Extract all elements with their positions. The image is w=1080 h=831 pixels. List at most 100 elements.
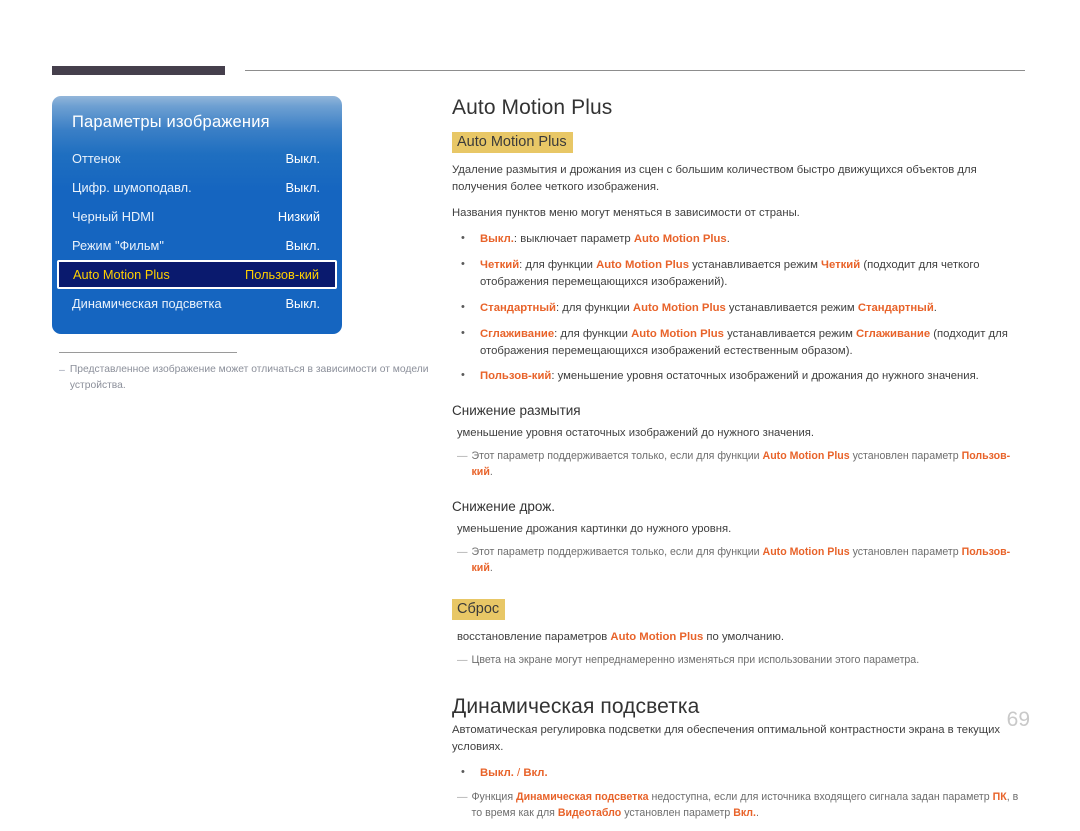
osd-row-digital-noise-filter[interactable]: Цифр. шумоподавл. Выкл. <box>52 173 342 202</box>
left-column: Параметры изображения Оттенок Выкл. Цифр… <box>52 96 432 394</box>
option-tail: . <box>933 301 937 314</box>
note-part-c: . <box>489 561 493 574</box>
option-tail: . <box>726 232 730 245</box>
note-emphasis: Auto Motion Plus <box>762 546 850 559</box>
header-rule-thick <box>52 66 225 75</box>
list-item: Стандартный: для функции Auto Motion Plu… <box>452 299 1027 317</box>
note-part-d: установлен параметр <box>621 807 734 820</box>
option-term: Стандартный <box>480 301 556 314</box>
section-heading-judder-reduction: Снижение дрож. <box>452 499 556 515</box>
option-emphasis-2: Стандартный <box>857 301 934 314</box>
section-body-judder-reduction: уменьшение дрожания картинки до нужного … <box>457 523 732 536</box>
osd-row-film-mode[interactable]: Режим "Фильм" Выкл. <box>52 231 342 260</box>
option-term: Выкл. <box>480 232 514 245</box>
option-text: : для функции <box>519 258 597 271</box>
section-body-blur-reduction: уменьшение уровня остаточных изображений… <box>457 427 815 440</box>
note-part-b: установлен параметр <box>849 546 962 559</box>
option-mid: устанавливается режим <box>723 327 856 340</box>
note-emphasis-3: Видеотабло <box>557 807 622 820</box>
header-rule-thin <box>245 70 1025 71</box>
note-blur-reduction: — Этот параметр поддерживается только, е… <box>452 449 1027 481</box>
option-term-2: Вкл. <box>523 766 548 779</box>
option-term: Четкий <box>480 258 520 271</box>
note-emphasis-4: Вкл. <box>733 807 756 820</box>
osd-row-value: Выкл. <box>285 151 321 166</box>
option-text: : выключает параметр <box>513 232 634 245</box>
osd-row-label: Цифр. шумоподавл. <box>72 180 192 195</box>
note-dash-marker: — <box>457 546 468 559</box>
osd-row-tint[interactable]: Оттенок Выкл. <box>52 144 342 173</box>
osd-row-label: Динамическая подсветка <box>72 296 222 311</box>
option-text: : для функции <box>555 301 633 314</box>
osd-row-label: Черный HDMI <box>72 209 155 224</box>
note-part-a: Этот параметр поддерживается только, есл… <box>471 546 763 559</box>
note-part-a: Функция <box>471 791 517 804</box>
osd-row-dynamic-backlight[interactable]: Динамическая подсветка Выкл. <box>52 289 342 318</box>
page-title: Auto Motion Plus <box>452 96 613 119</box>
section-heading-blur-reduction: Снижение размытия <box>452 403 581 419</box>
osd-row-value: Пользов-кий <box>245 267 319 282</box>
option-text: : для функции <box>554 327 632 340</box>
highlighted-subheading-auto-motion-plus: Auto Motion Plus <box>452 132 573 153</box>
note-emphasis: Auto Motion Plus <box>762 450 850 463</box>
option-emphasis: Auto Motion Plus <box>631 327 724 340</box>
osd-row-label: Auto Motion Plus <box>73 267 170 282</box>
reset-part-b: по умолчанию. <box>703 630 784 643</box>
osd-row-value: Выкл. <box>285 180 321 195</box>
option-text: : уменьшение уровня остаточных изображен… <box>551 370 979 383</box>
footnote-text: Представленное изображение может отличат… <box>69 364 429 391</box>
note-emphasis-1: Динамическая подсветка <box>516 791 649 804</box>
list-item: Выкл.: выключает параметр Auto Motion Pl… <box>452 230 1027 248</box>
dynamic-backlight-options-list: Выкл. / Вкл. <box>452 764 1027 782</box>
note-part-b: установлен параметр <box>849 450 962 463</box>
option-emphasis-2: Сглаживание <box>856 327 931 340</box>
option-separator: / <box>513 766 524 779</box>
note-reset: — Цвета на экране могут непреднамеренно … <box>452 653 1027 669</box>
section-body-reset: восстановление параметров Auto Motion Pl… <box>452 629 1027 646</box>
list-item: Сглаживание: для функции Auto Motion Plu… <box>452 325 1027 360</box>
option-term: Пользов-кий <box>480 370 552 383</box>
option-emphasis: Auto Motion Plus <box>633 232 727 245</box>
option-emphasis: Auto Motion Plus <box>632 301 726 314</box>
option-term: Сглаживание <box>480 327 555 340</box>
option-emphasis: Auto Motion Plus <box>596 258 689 271</box>
osd-panel-title: Параметры изображения <box>72 113 270 131</box>
note-dash-marker: — <box>457 653 468 666</box>
page-number: 69 <box>1006 708 1030 731</box>
note-part-e: . <box>755 807 759 820</box>
note-text: Этот параметр поддерживается только, есл… <box>472 545 1028 577</box>
note-text: Этот параметр поддерживается только, есл… <box>472 449 1028 481</box>
note-judder-reduction: — Этот параметр поддерживается только, е… <box>452 545 1027 577</box>
intro-paragraph-1: Удаление размытия и дрожания из сцен с б… <box>452 164 977 193</box>
osd-row-value: Выкл. <box>285 296 321 311</box>
footnote-divider <box>59 352 237 353</box>
osd-panel-picture-options: Параметры изображения Оттенок Выкл. Цифр… <box>52 96 342 334</box>
note-part-b: недоступна, если для источника входящего… <box>648 791 993 804</box>
footnote-dash-marker: – <box>59 364 65 376</box>
note-dash-marker: — <box>457 450 468 463</box>
osd-row-hdmi-black-level[interactable]: Черный HDMI Низкий <box>52 202 342 231</box>
list-item: Пользов-кий: уменьшение уровня остаточны… <box>452 367 1027 385</box>
osd-row-value: Низкий <box>277 209 320 224</box>
note-dash-marker: — <box>457 791 468 804</box>
note-text: Цвета на экране могут непреднамеренно из… <box>471 653 920 666</box>
osd-row-auto-motion-plus[interactable]: Auto Motion Plus Пользов-кий <box>57 260 337 289</box>
note-dynamic-backlight: — Функция Динамическая подсветка недосту… <box>452 790 1027 822</box>
note-part-a: Этот параметр поддерживается только, есл… <box>471 450 763 463</box>
note-emphasis-2: ПК <box>992 791 1007 804</box>
osd-row-label: Оттенок <box>72 151 121 166</box>
osd-footnote: – Представленное изображение может отлич… <box>59 362 431 394</box>
option-mid: устанавливается режим <box>688 258 822 271</box>
reset-part-a: восстановление параметров <box>457 630 611 643</box>
list-item: Четкий: для функции Auto Motion Plus уст… <box>452 256 1027 291</box>
highlighted-subheading-reset: Сброс <box>452 598 506 620</box>
osd-row-value: Выкл. <box>285 238 321 253</box>
note-text: Функция Динамическая подсветка недоступн… <box>472 790 1028 822</box>
mode-options-list: Выкл.: выключает параметр Auto Motion Pl… <box>452 230 1027 386</box>
option-mid: устанавливается режим <box>725 301 858 314</box>
osd-row-label: Режим "Фильм" <box>72 238 164 253</box>
note-part-c: . <box>489 466 493 479</box>
option-term: Выкл. <box>480 766 514 779</box>
reset-emphasis: Auto Motion Plus <box>610 630 704 643</box>
list-item: Выкл. / Вкл. <box>452 764 1027 782</box>
